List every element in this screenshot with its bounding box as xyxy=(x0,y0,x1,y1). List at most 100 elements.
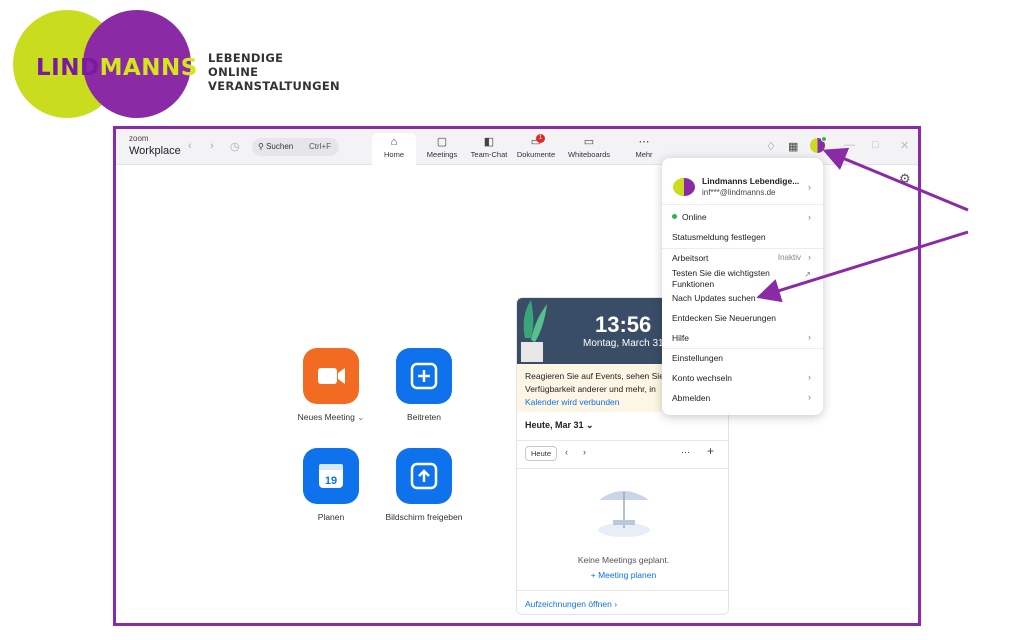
forward-arrow-icon[interactable]: › xyxy=(210,140,214,152)
home-icon: ⌂ xyxy=(390,136,398,148)
brand-small: zoom xyxy=(129,134,149,143)
app-brand: zoom Workplace xyxy=(129,134,181,158)
calendar-icon: 19 xyxy=(319,464,343,488)
tab-documents[interactable]: ▭ 1 Dokumente xyxy=(514,133,558,165)
join-button[interactable] xyxy=(396,348,452,404)
open-recordings-link[interactable]: Aufzeichnungen öffnen › xyxy=(525,599,617,609)
brand-name: Workplace xyxy=(129,145,181,157)
new-meeting-button[interactable] xyxy=(303,348,359,404)
divider xyxy=(662,248,823,249)
chevron-down-icon[interactable]: ⌄ xyxy=(357,412,364,422)
more-icon: ⋯ xyxy=(638,136,650,148)
minimize-icon[interactable]: — xyxy=(844,139,855,151)
online-status-dot xyxy=(821,136,827,142)
maximize-icon[interactable]: □ xyxy=(872,139,879,151)
tab-home[interactable]: ⌂ Home xyxy=(372,133,416,165)
chevron-right-icon: › xyxy=(808,252,811,262)
search-label: Suchen xyxy=(266,142,294,151)
chat-icon: ◧ xyxy=(483,136,495,148)
tab-meetings[interactable]: ▢ Meetings xyxy=(420,133,464,165)
today-label: Heute, Mar 31 xyxy=(525,420,584,430)
tagline-line-1: LEBENDIGE xyxy=(208,51,284,65)
calendar-small-icon[interactable]: ▦ xyxy=(788,140,798,153)
divider xyxy=(517,590,728,591)
gear-icon[interactable]: ⚙ xyxy=(899,171,911,187)
calendar-time: 13:56 xyxy=(595,312,652,337)
tab-team-chat-label: Team-Chat xyxy=(470,150,508,159)
tab-more[interactable]: ⋯ Mehr xyxy=(622,133,666,165)
video-camera-icon xyxy=(318,368,345,384)
tagline-line-3: VERANSTALTUNGEN xyxy=(208,79,340,93)
chevron-right-icon: › xyxy=(614,599,618,609)
close-icon[interactable]: ✕ xyxy=(900,139,909,152)
search-shortcut: Ctrl+F xyxy=(309,142,331,151)
profile-email: inf***@lindmanns.de xyxy=(702,188,776,197)
profile-menu: Lindmanns Lebendige... inf***@lindmanns.… xyxy=(662,158,823,415)
test-features-line-1: Testen Sie die wichtigsten xyxy=(672,268,770,278)
workplace-value: Inaktiv xyxy=(777,253,801,262)
menu-avatar xyxy=(673,178,695,196)
documents-badge: 1 xyxy=(536,134,545,143)
history-icon[interactable]: ◷ xyxy=(230,140,240,153)
chevron-right-icon[interactable]: › xyxy=(808,182,811,192)
logo-word-part1: LIND xyxy=(36,55,100,81)
profile-name: Lindmanns Lebendige... xyxy=(702,176,800,186)
test-features-item[interactable]: Testen Sie die wichtigsten Funktionen xyxy=(672,268,770,290)
join-label: Beitreten xyxy=(406,412,442,422)
tab-whiteboards[interactable]: ▭ Whiteboards xyxy=(564,133,614,165)
divider xyxy=(517,468,728,469)
workplace-item[interactable]: Arbeitsort xyxy=(672,253,708,263)
tab-home-label: Home xyxy=(383,150,404,159)
status-online-item[interactable]: Online xyxy=(682,212,707,222)
chevron-right-icon: › xyxy=(808,212,811,222)
settings-item[interactable]: Einstellungen xyxy=(672,353,723,363)
chevron-down-icon: ⌄ xyxy=(586,420,594,430)
open-recordings-text: Aufzeichnungen öffnen xyxy=(525,599,612,609)
search-icon: ⚲ xyxy=(258,142,264,151)
page: LINDMANNS LEBENDIGE ONLINE VERANSTALTUNG… xyxy=(0,0,1030,640)
back-arrow-icon[interactable]: ‹ xyxy=(188,140,192,152)
share-screen-button[interactable] xyxy=(396,448,452,504)
switch-account-item[interactable]: Konto wechseln xyxy=(672,373,732,383)
tab-team-chat[interactable]: ◧ Team-Chat xyxy=(466,133,512,165)
plus-icon xyxy=(410,362,438,390)
prev-day-icon[interactable]: ‹ xyxy=(565,447,568,457)
tagline-line-2: ONLINE xyxy=(208,65,259,79)
calendar-day: 19 xyxy=(325,475,337,487)
chevron-right-icon: › xyxy=(808,392,811,402)
status-message-item[interactable]: Statusmeldung festlegen xyxy=(672,232,766,242)
chevron-right-icon: › xyxy=(808,332,811,342)
video-icon: ▢ xyxy=(436,136,448,148)
lindmanns-logo: LINDMANNS LEBENDIGE ONLINE VERANSTALTUNG… xyxy=(10,8,340,120)
discover-news-item[interactable]: Entdecken Sie Neuerungen xyxy=(672,313,776,323)
share-screen-label: Bildschirm freigeben xyxy=(385,512,463,522)
today-selector[interactable]: Heute, Mar 31 ⌄ xyxy=(525,420,594,431)
today-button[interactable]: Heute xyxy=(525,446,557,461)
help-item[interactable]: Hilfe xyxy=(672,333,689,343)
search-bar[interactable]: ⚲ Suchen Ctrl+F xyxy=(252,138,339,156)
external-link-icon: ↗ xyxy=(804,270,811,279)
logo-tagline: LEBENDIGE ONLINE VERANSTALTUNGEN xyxy=(208,51,340,93)
chevron-right-icon: › xyxy=(808,372,811,382)
logo-wordmark: LINDMANNS xyxy=(36,55,198,81)
tab-meetings-label: Meetings xyxy=(426,150,458,159)
new-meeting-text: Neues Meeting xyxy=(297,412,355,422)
next-day-icon[interactable]: › xyxy=(583,447,586,457)
logo-word-part2: MANNS xyxy=(99,55,198,81)
more-options-icon[interactable]: ⋯ xyxy=(681,447,690,458)
bell-icon[interactable]: ♢ xyxy=(766,140,776,153)
beach-umbrella-icon xyxy=(598,491,650,537)
schedule-button[interactable]: 19 xyxy=(303,448,359,504)
whiteboard-icon: ▭ xyxy=(583,136,595,148)
logout-item[interactable]: Abmelden xyxy=(672,393,710,403)
check-updates-item[interactable]: Nach Updates suchen xyxy=(672,293,756,303)
add-icon[interactable]: + xyxy=(707,444,714,458)
divider xyxy=(662,348,823,349)
calendar-date: Montag, March 31 xyxy=(583,338,664,349)
schedule-meeting-link[interactable]: + Meeting planen xyxy=(517,570,728,580)
share-up-icon xyxy=(410,462,438,490)
no-meetings-text: Keine Meetings geplant. xyxy=(577,555,670,565)
test-features-line-2: Funktionen xyxy=(672,279,715,289)
plant-illustration-icon xyxy=(521,300,547,362)
tab-more-label: Mehr xyxy=(635,150,653,159)
